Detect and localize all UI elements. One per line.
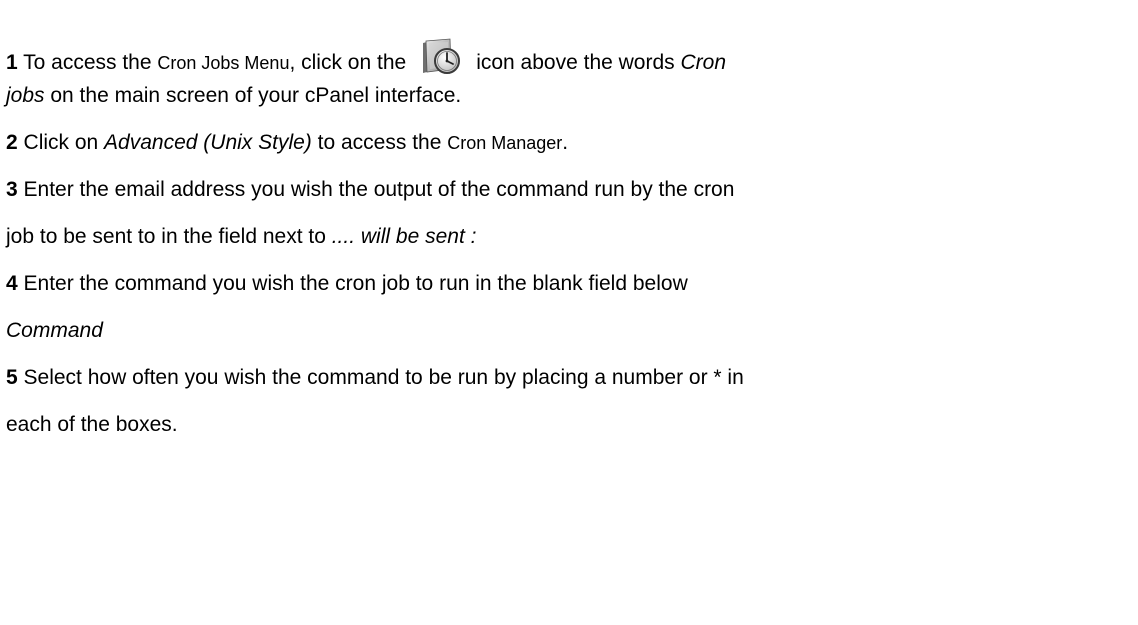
cron-clock-folder-icon	[420, 37, 462, 77]
step-4-line-2: Command	[6, 318, 103, 344]
step-text: icon above the words	[476, 51, 681, 74]
step-1-line-1: 1 To access the Cron Jobs Menu, click on…	[6, 37, 726, 77]
step-4-line-1: 4 Enter the command you wish the cron jo…	[6, 271, 688, 297]
step-text: on the main screen of your cPanel interf…	[44, 84, 462, 107]
step-text: .	[562, 131, 569, 154]
menu-name: Cron Jobs Menu	[157, 53, 290, 73]
step-number: 3	[6, 178, 18, 201]
emphasis-text: Cron	[680, 51, 727, 74]
step-text: Click on	[17, 131, 105, 154]
step-number: 2	[6, 131, 18, 154]
step-number: 5	[6, 366, 18, 389]
step-text: each of the boxes.	[6, 413, 178, 436]
emphasis-text: .... will be sent :	[331, 225, 477, 248]
step-2-line-1: 2 Click on Advanced (Unix Style) to acce…	[6, 130, 568, 156]
step-text: Enter the email address you wish the out…	[17, 178, 735, 201]
step-3-line-2: job to be sent to in the field next to .…	[6, 224, 476, 250]
menu-name: Cron Manager	[447, 133, 563, 153]
step-text: to access the	[311, 131, 448, 154]
emphasis-text: jobs	[6, 84, 45, 107]
emphasis-text: Advanced (Unix Style)	[104, 131, 312, 154]
step-text: , click on the	[289, 51, 407, 74]
step-1-line-2: jobs on the main screen of your cPanel i…	[6, 83, 461, 109]
step-text: Enter the command you wish the cron job …	[17, 272, 688, 295]
step-text: To access the	[17, 51, 158, 74]
step-text: job to be sent to in the field next to	[6, 225, 332, 248]
emphasis-text: Command	[6, 319, 103, 342]
step-number: 4	[6, 272, 18, 295]
step-text: Select how often you wish the command to…	[17, 366, 744, 389]
step-5-line-2: each of the boxes.	[6, 412, 178, 438]
step-3-line-1: 3 Enter the email address you wish the o…	[6, 177, 734, 203]
step-5-line-1: 5 Select how often you wish the command …	[6, 365, 744, 391]
step-number: 1	[6, 51, 18, 74]
